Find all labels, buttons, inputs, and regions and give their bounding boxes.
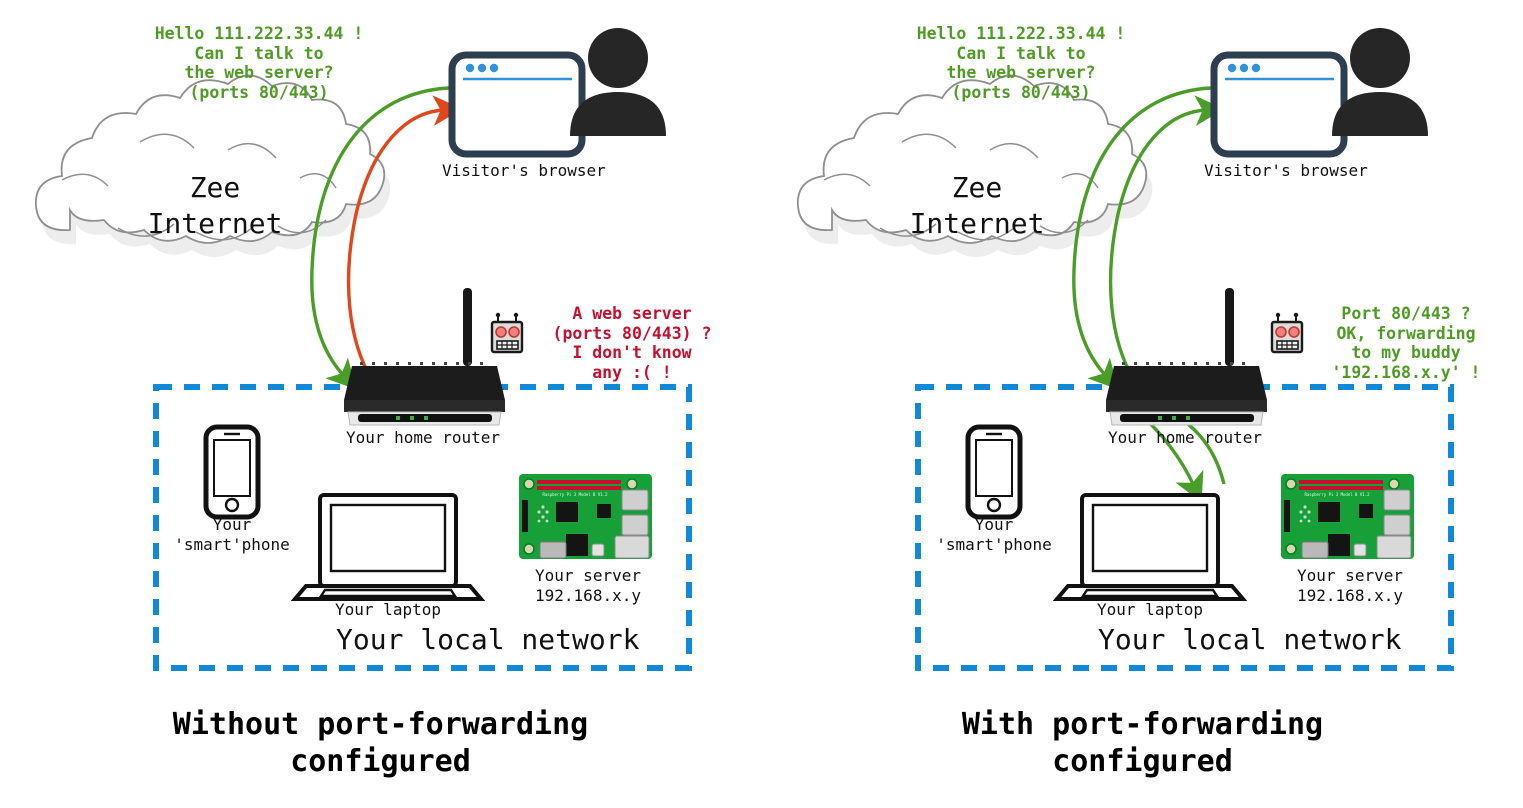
browser-label-right: Visitor's browser [1204,161,1368,180]
smartphone-icon [965,424,1023,520]
response-bubble-left: A web server (ports 80/443) ? I don't kn… [552,304,712,382]
raspberry-pi-icon: Raspberry Pi 3 Model B V1.2 [519,474,652,559]
router-label-left: Your home router [345,428,501,447]
laptop-label-left: Your laptop [335,600,441,619]
smartphone-icon [203,424,261,520]
robot-icon [490,312,524,354]
phone-label-left: Your 'smart'phone [174,515,290,554]
phone-label-right: Your 'smart'phone [936,515,1052,554]
server-label-left: Your server 192.168.x.y [535,566,641,605]
server-label-right: Your server 192.168.x.y [1297,566,1403,605]
browser-window-icon [1210,51,1348,158]
diagram-canvas: Raspberry Pi 3 Model B V1.2 Hello 111.22… [0,0,1523,808]
left-panel-graphics: Raspberry Pi 3 Model B V1.2 [35,28,692,671]
network-label-right: Your local network [1098,623,1402,656]
network-label-left: Your local network [336,623,640,656]
router-icon [344,288,505,426]
cloud-label-right: Zee Internet [909,171,1045,240]
request-bubble-right: Hello 111.222.33.44 ! Can I talk to the … [916,24,1126,102]
svg-text:Raspberry Pi 3 Model B V1.2: Raspberry Pi 3 Model B V1.2 [1304,492,1370,497]
panel-without-port-forwarding: Raspberry Pi 3 Model B V1.2 Hello 111.22… [0,0,761,808]
laptop-label-right: Your laptop [1097,600,1203,619]
right-panel-graphics: Raspberry Pi 3 Model B V1.2 [797,28,1454,671]
raspberry-pi-icon: Raspberry Pi 3 Model B V1.2 [1281,474,1414,559]
robot-icon [1270,312,1304,354]
caption-right: With port-forwarding configured [961,707,1324,779]
response-bubble-right: Port 80/443 ? OK, forwarding to my buddy… [1331,304,1481,382]
cloud-label-left: Zee Internet [147,171,283,240]
request-bubble-left: Hello 111.222.33.44 ! Can I talk to the … [154,24,364,102]
router-label-right: Your home router [1107,428,1263,447]
laptop-icon [1052,493,1248,601]
caption-left: Without port-forwarding configured [172,707,589,779]
router-icon [1106,288,1267,426]
panel-with-port-forwarding: Raspberry Pi 3 Model B V1.2 Hello 111.22… [762,0,1523,808]
browser-label-left: Visitor's browser [442,161,606,180]
browser-window-icon [448,51,586,158]
svg-text:Raspberry Pi 3 Model B V1.2: Raspberry Pi 3 Model B V1.2 [542,492,608,497]
laptop-icon [290,493,486,601]
